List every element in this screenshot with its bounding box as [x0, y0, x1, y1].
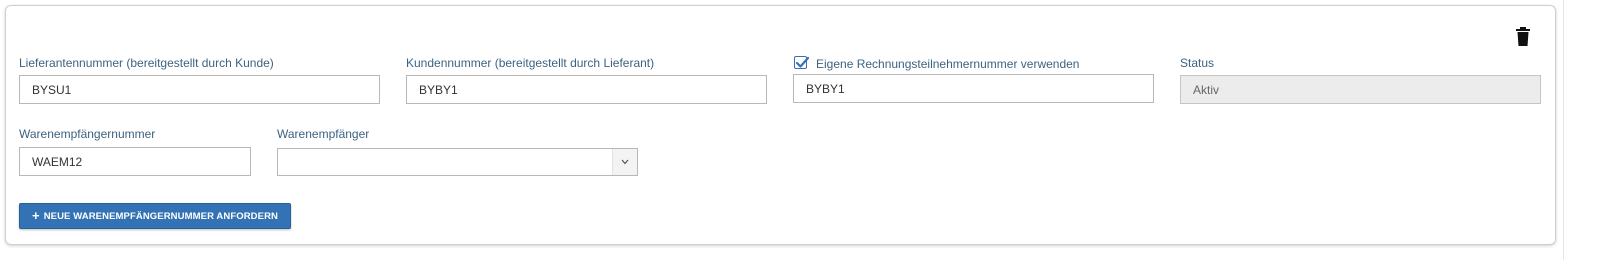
chevron-down-icon[interactable]: [612, 149, 637, 175]
own-invoice-number-label: Eigene Rechnungsteilnehmernummer verwend…: [816, 57, 1080, 71]
plus-icon: +: [31, 208, 40, 223]
goods-recipient-label: Warenempfänger: [277, 127, 370, 141]
customer-number-label: Kundennummer (bereitgestellt durch Liefe…: [406, 56, 655, 70]
trash-icon[interactable]: [1515, 27, 1531, 47]
request-button-label: NEUE WARENEMPFÄNGERNUMMER ANFORDERN: [43, 210, 279, 222]
customer-number-input[interactable]: [406, 75, 767, 104]
request-goods-recipient-number-button[interactable]: + NEUE WARENEMPFÄNGERNUMMER ANFORDERN: [19, 203, 291, 229]
goods-recipient-select[interactable]: [277, 148, 638, 176]
supplier-number-input[interactable]: [19, 75, 380, 104]
own-invoice-number-input[interactable]: [793, 74, 1154, 103]
scrollbar-edge: [1563, 0, 1564, 260]
goods-recipient-number-input[interactable]: [19, 147, 251, 176]
status-input: [1180, 75, 1541, 104]
checkmark-icon: [795, 56, 810, 68]
own-invoice-number-checkbox[interactable]: [794, 56, 810, 69]
supplier-number-label: Lieferantennummer (bereitgestellt durch …: [19, 56, 274, 70]
goods-recipient-number-label: Warenempfängernummer: [19, 127, 156, 141]
status-label: Status: [1180, 56, 1215, 70]
